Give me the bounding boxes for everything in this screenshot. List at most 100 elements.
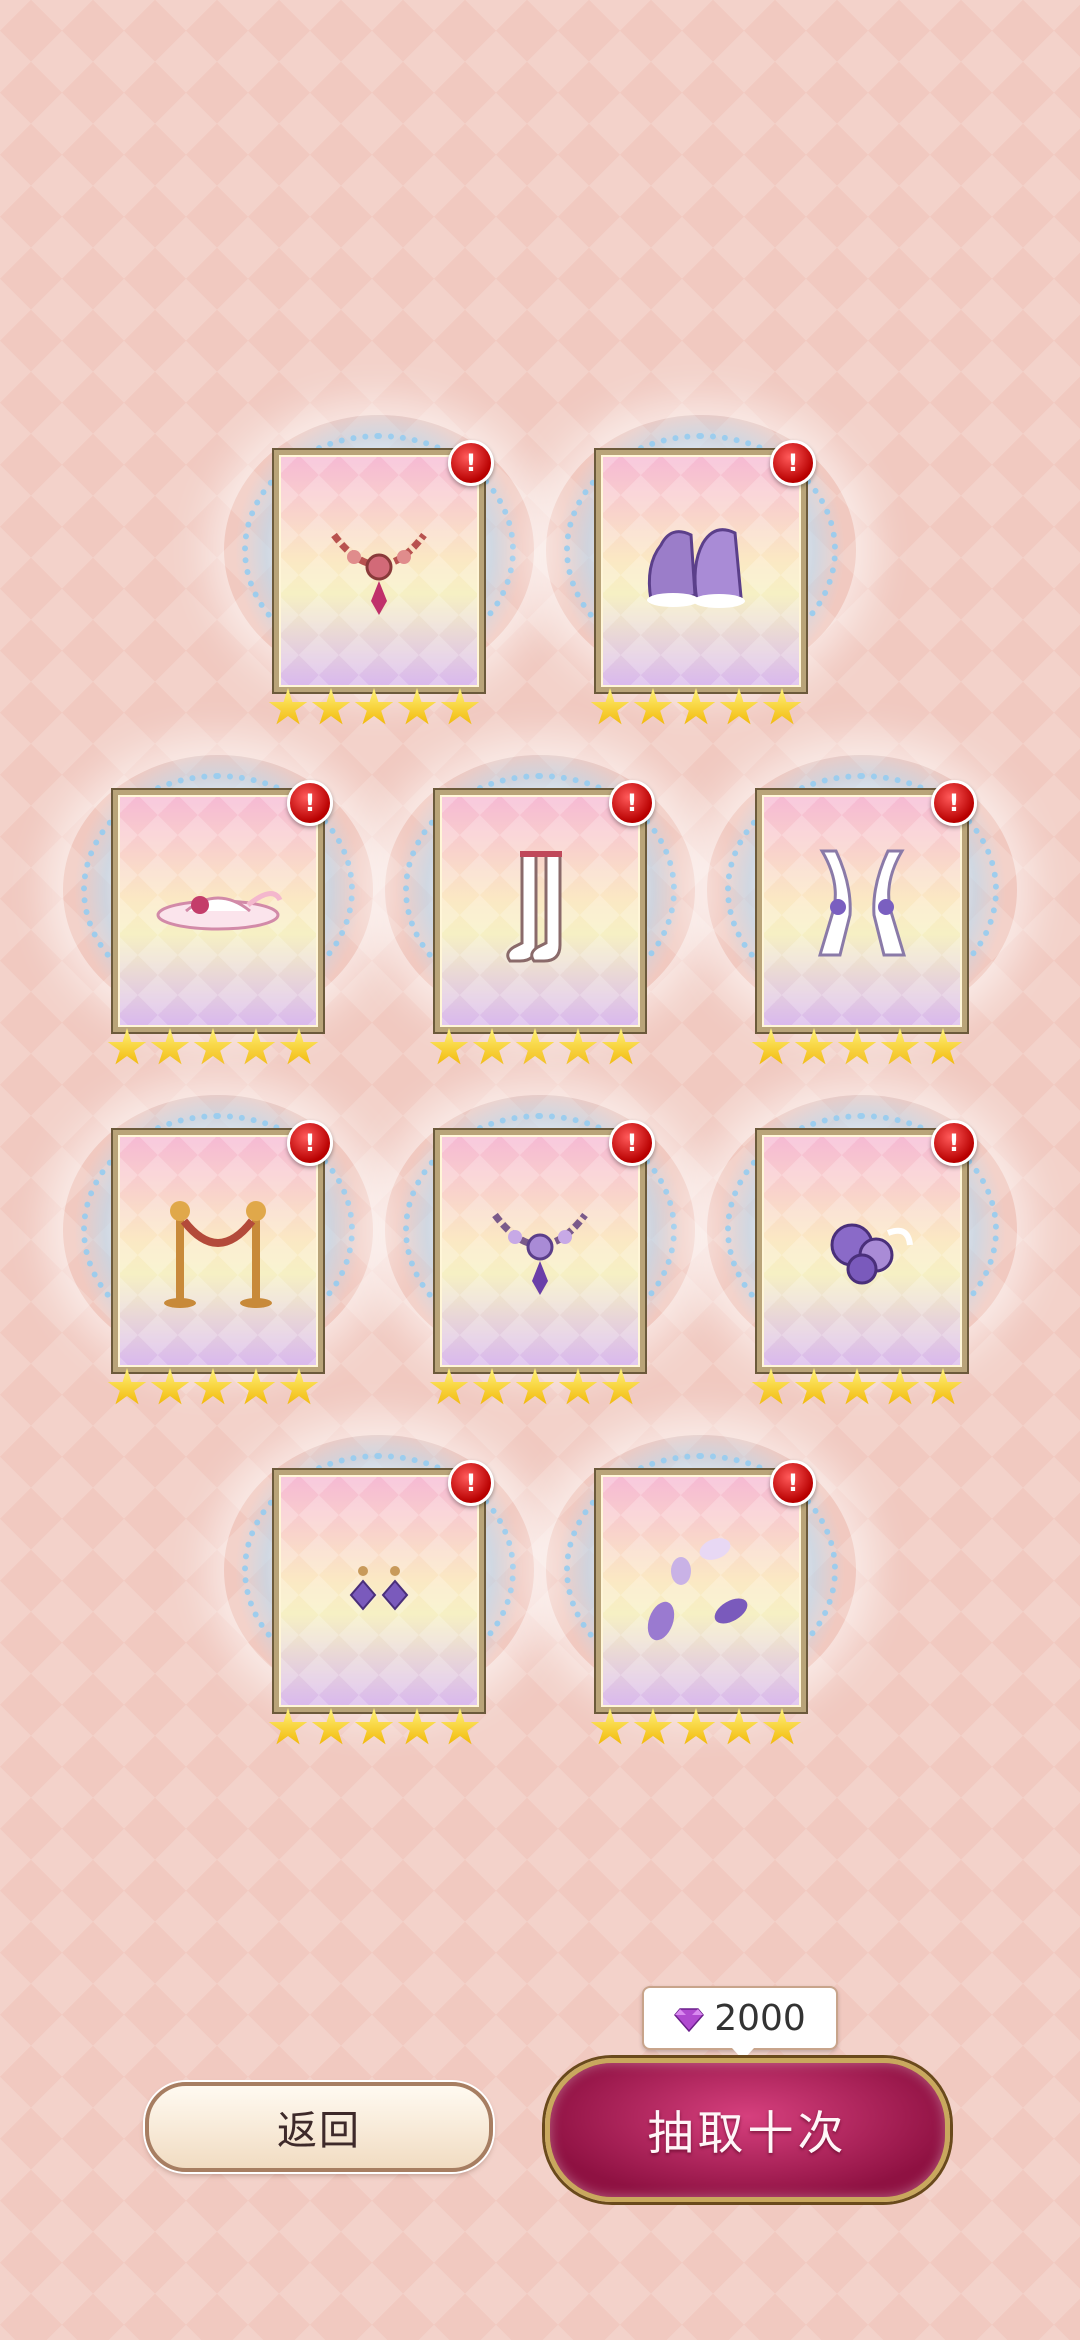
star-icon [150,1028,190,1065]
star-icon [397,688,437,725]
item-card-amethyst-necklace[interactable]: ! [385,1095,695,1420]
draw-cost-tooltip: 2000 [642,1986,838,2060]
star-icon [268,688,308,725]
card-frame [113,1130,323,1372]
back-button[interactable]: 返回 [145,2082,493,2172]
star-icon [837,1028,877,1065]
petals-icon [647,1538,748,1641]
item-card-rope-barrier[interactable]: ! [63,1095,373,1420]
star-icon [311,1708,351,1745]
star-rating [429,1028,641,1068]
item-card-rose-hair-clip[interactable]: ! [707,1095,1017,1420]
item-card-lace-gloves[interactable]: ! [707,755,1017,1080]
rose-clip-icon [830,1223,913,1285]
star-rating [590,688,802,728]
star-icon [676,1708,716,1745]
new-badge: ! [609,780,655,826]
star-icon [590,688,630,725]
star-icon [440,1708,480,1745]
card-frame [757,1130,967,1372]
items-row-1: ! ! [0,415,1080,740]
star-icon [429,1368,469,1405]
star-icon [150,1368,190,1405]
star-icon [762,688,802,725]
card-frame [757,790,967,1032]
star-icon [107,1028,147,1065]
star-icon [794,1368,834,1405]
star-icon [762,1708,802,1745]
new-badge: ! [448,440,494,486]
item-card-white-stockings[interactable]: ! [385,755,695,1080]
star-icon [354,688,394,725]
star-icon [676,688,716,725]
star-icon [719,688,759,725]
star-icon [515,1028,555,1065]
star-icon [601,1028,641,1065]
star-icon [558,1028,598,1065]
card-frame [274,450,484,692]
card-frame [274,1470,484,1712]
new-badge: ! [770,1460,816,1506]
items-row-3: ! ! ! [0,1095,1080,1420]
gem-icon [674,2008,705,2033]
new-badge: ! [448,1460,494,1506]
star-icon [923,1028,963,1065]
star-icon [397,1708,437,1745]
new-badge: ! [770,440,816,486]
new-badge: ! [287,1120,333,1166]
star-icon [751,1368,791,1405]
star-rating [429,1368,641,1408]
star-icon [107,1368,147,1405]
star-icon [354,1708,394,1745]
star-icon [311,688,351,725]
star-icon [880,1368,920,1405]
star-icon [472,1028,512,1065]
star-rating [107,1368,319,1408]
star-icon [193,1028,233,1065]
gloves-icon [817,849,907,957]
new-badge: ! [609,1120,655,1166]
star-icon [923,1368,963,1405]
items-row-4: ! ! [0,1435,1080,1760]
star-rating [751,1368,963,1408]
star-icon [719,1708,759,1745]
card-frame [596,1470,806,1712]
star-icon [751,1028,791,1065]
card-frame [435,790,645,1032]
necklace-icon [331,532,427,615]
star-rating [268,1708,480,1748]
star-icon [633,688,673,725]
shoes-icon [647,528,745,608]
star-icon [590,1708,630,1745]
item-card-crown-necklace[interactable]: ! [224,415,534,740]
item-card-diamond-earrings[interactable]: ! [224,1435,534,1760]
item-card-petals-effect[interactable]: ! [546,1435,856,1760]
star-rating [107,1028,319,1068]
new-badge: ! [287,780,333,826]
star-icon [268,1708,308,1745]
card-frame [596,450,806,692]
draw-ten-button[interactable]: 抽取十次 [545,2058,950,2202]
star-icon [837,1368,877,1405]
rope-barrier-icon [164,1201,272,1308]
star-icon [236,1028,276,1065]
star-icon [429,1028,469,1065]
items-row-2: ! ! ! [0,755,1080,1080]
star-icon [440,688,480,725]
earrings-icon [349,1566,409,1611]
new-badge: ! [931,780,977,826]
star-icon [558,1368,598,1405]
star-icon [472,1368,512,1405]
card-frame [435,1130,645,1372]
star-rating [751,1028,963,1068]
star-icon [633,1708,673,1745]
hat-icon [156,891,283,931]
star-icon [279,1028,319,1065]
star-icon [193,1368,233,1405]
star-icon [601,1368,641,1405]
star-icon [794,1028,834,1065]
star-icon [880,1028,920,1065]
item-card-rose-hat[interactable]: ! [63,755,373,1080]
new-badge: ! [931,1120,977,1166]
item-card-mary-jane-shoes[interactable]: ! [546,415,856,740]
